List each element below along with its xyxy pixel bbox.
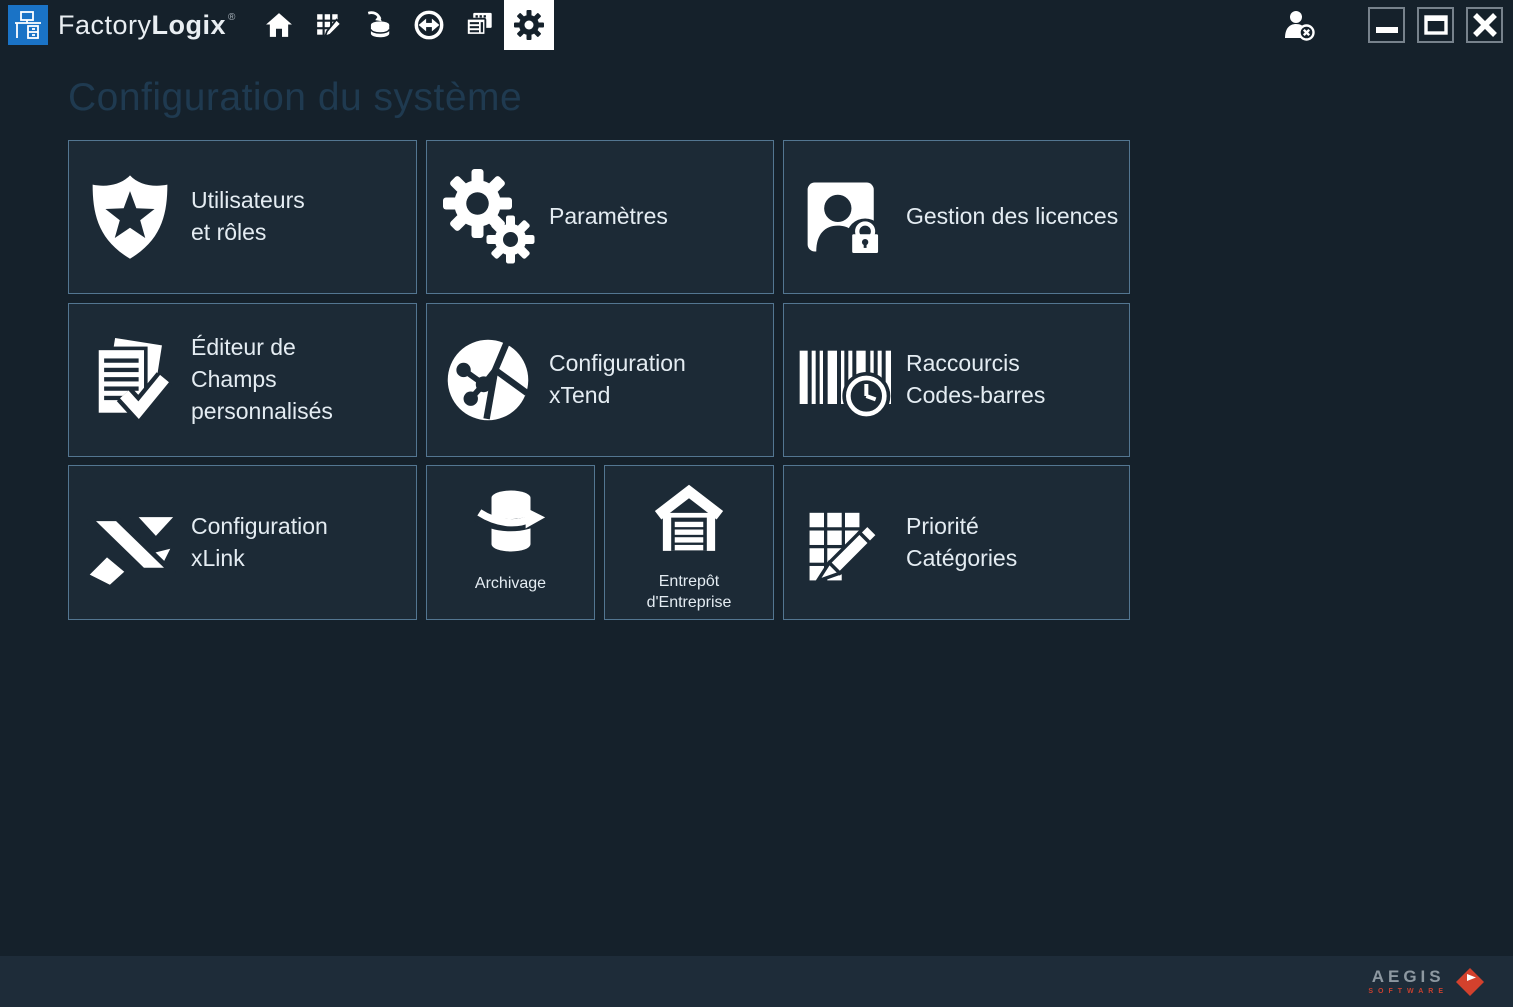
tile-entrepot-entreprise[interactable]: Entrepôt d'Entreprise <box>604 465 774 620</box>
barcode-clock-icon <box>784 337 906 423</box>
nav-home-button[interactable] <box>254 0 304 50</box>
tile-label: Archivage <box>475 574 546 595</box>
nav-settings-button[interactable] <box>504 0 554 50</box>
user-logout-icon <box>1282 9 1316 41</box>
aegis-software-label: SOFTWARE <box>1368 988 1448 995</box>
gear-icon <box>513 9 545 41</box>
main-navigation <box>254 0 554 50</box>
tile-priorite-categories[interactable]: Priorité Catégories <box>783 465 1130 620</box>
status-bar: AEGIS SOFTWARE <box>0 956 1513 1007</box>
tile-label: Gestion des licences <box>906 201 1118 233</box>
database-export-icon <box>472 482 550 560</box>
nav-analytics-button[interactable] <box>454 0 504 50</box>
tile-gestion-licences[interactable]: Gestion des licences <box>783 140 1130 294</box>
tile-editeur-champs[interactable]: Éditeur de Champs personnalisés <box>68 303 417 457</box>
xlink-logo-icon <box>69 497 191 589</box>
tile-configuration-xtend[interactable]: Configuration xTend <box>426 303 774 457</box>
tile-label: Utilisateurs et rôles <box>191 185 305 248</box>
tile-label: Priorité Catégories <box>906 511 1017 574</box>
logout-user-button[interactable] <box>1282 9 1316 41</box>
tile-raccourcis-codes-barres[interactable]: Raccourcis Codes-barres <box>783 303 1130 457</box>
warehouse-icon <box>651 482 727 558</box>
factorylogix-logo <box>8 5 48 45</box>
aegis-logo: AEGIS SOFTWARE <box>1368 967 1485 997</box>
page-title: Configuration du système <box>68 76 522 120</box>
nav-npi-button[interactable] <box>304 0 354 50</box>
gears-icon <box>427 169 549 265</box>
network-globe-icon <box>427 334 549 426</box>
close-button[interactable] <box>1466 7 1503 43</box>
tile-archivage[interactable]: Archivage <box>426 465 595 620</box>
tile-label: Configuration xTend <box>549 348 686 411</box>
home-icon <box>265 11 293 39</box>
tile-utilisateurs-roles[interactable]: Utilisateurs et rôles <box>68 140 417 294</box>
report-windows-icon <box>464 10 494 40</box>
minimize-button[interactable] <box>1368 7 1405 43</box>
nav-materials-button[interactable] <box>354 0 404 50</box>
brand-registered-mark: ® <box>228 12 236 23</box>
grid-pencil-icon <box>784 501 906 585</box>
aegis-wordmark: AEGIS <box>1372 968 1445 985</box>
window-controls <box>1282 0 1503 50</box>
tile-configuration-xlink[interactable]: Configuration xLink <box>68 465 417 620</box>
document-check-icon <box>69 334 191 426</box>
desk-computer-icon <box>13 10 43 40</box>
brand-part2: Logix <box>152 10 227 41</box>
tile-label: Entrepôt d'Entreprise <box>647 572 732 614</box>
title-bar: FactoryLogix® <box>0 0 1513 50</box>
maximize-icon <box>1424 13 1448 37</box>
user-lock-icon <box>784 171 906 263</box>
tile-label: Éditeur de Champs personnalisés <box>191 332 416 427</box>
aegis-flag-icon <box>1455 967 1485 997</box>
brand-name: FactoryLogix® <box>58 10 236 41</box>
tile-label: Paramètres <box>549 201 668 233</box>
nav-production-button[interactable] <box>404 0 454 50</box>
database-arrow-icon <box>365 11 393 39</box>
shield-star-icon <box>69 171 191 263</box>
close-icon <box>1472 12 1498 38</box>
sync-arrows-icon <box>414 10 444 40</box>
tile-label: Configuration xLink <box>191 511 328 574</box>
tile-parametres[interactable]: Paramètres <box>426 140 774 294</box>
tile-label: Raccourcis Codes-barres <box>906 348 1045 411</box>
content-area: Configuration du système Utilisateurs et… <box>8 50 1505 956</box>
application-window: FactoryLogix® <box>0 0 1513 1007</box>
grid-pencil-icon <box>315 11 343 39</box>
minimize-icon <box>1375 13 1399 37</box>
maximize-button[interactable] <box>1417 7 1454 43</box>
brand-part1: Factory <box>58 10 152 41</box>
